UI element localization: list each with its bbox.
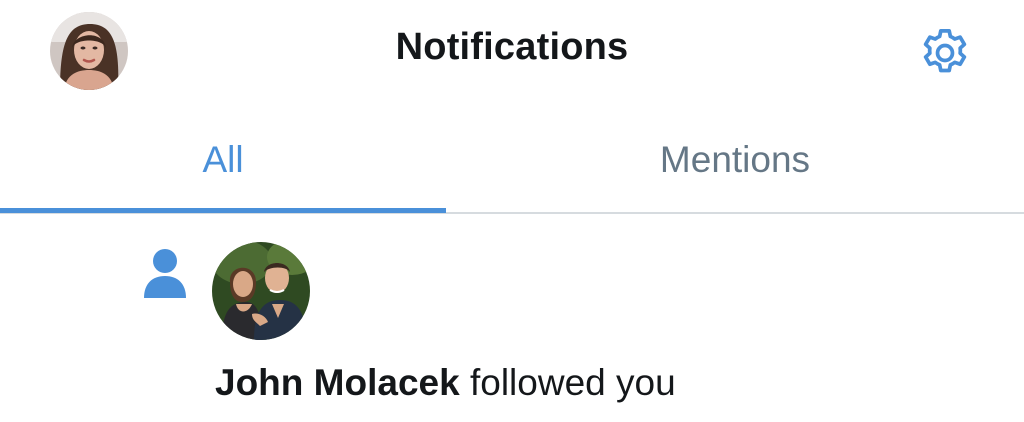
page-title: Notifications: [395, 26, 629, 68]
notification-text: John Molacek followed you: [215, 362, 676, 404]
tab-bar: All Mentions: [0, 110, 1024, 215]
tab-all[interactable]: All: [0, 110, 446, 210]
notification-item[interactable]: John Molacek followed you: [0, 216, 1024, 422]
settings-button[interactable]: [914, 22, 976, 84]
notification-action: followed you: [459, 362, 676, 403]
follower-avatar[interactable]: [212, 242, 310, 340]
gear-icon: [923, 28, 967, 73]
follower-photo-image: [212, 242, 310, 340]
header: Notifications: [0, 0, 1024, 106]
notifications-screen: Notifications All Mentions John Molacek …: [0, 0, 1024, 422]
active-tab-indicator: [0, 208, 446, 213]
notification-user-name[interactable]: John Molacek: [215, 362, 460, 403]
person-icon: [142, 248, 188, 300]
tab-mentions[interactable]: Mentions: [446, 110, 1024, 210]
